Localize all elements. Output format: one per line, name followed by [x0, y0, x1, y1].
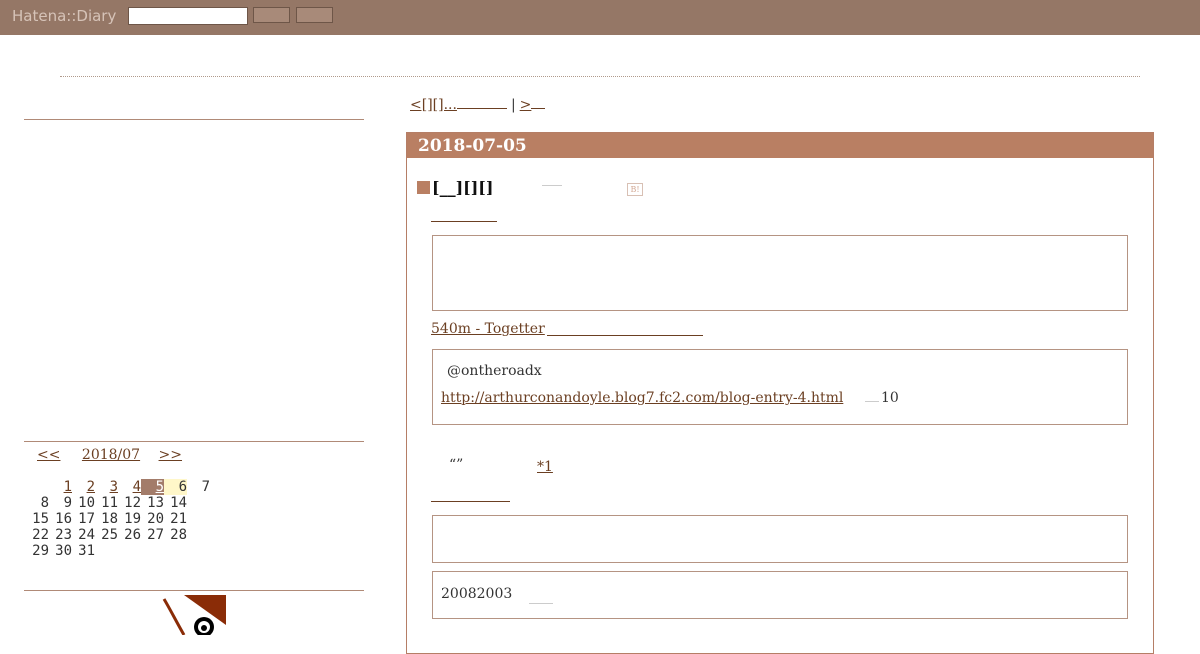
calendar-day: 8 [40, 495, 49, 511]
quote-marks: “” [449, 457, 464, 473]
calendar-day: 22 [32, 527, 49, 543]
calendar-day: 23 [55, 527, 72, 543]
calendar-day: 12 [124, 495, 141, 511]
calendar-next-link[interactable]: >> [159, 447, 182, 463]
quote-count-marker [865, 401, 879, 402]
prev-link-underline [456, 108, 507, 109]
text-box: 20082003 [432, 571, 1128, 619]
embed-box [432, 515, 1128, 563]
calendar-day: 27 [147, 527, 164, 543]
next-link-underline [531, 108, 546, 109]
embed-box [432, 235, 1128, 311]
calendar-prev-link[interactable]: << [37, 447, 60, 463]
calendar-day: 7 [201, 479, 210, 495]
togetter-link[interactable]: 540m - Togetter [431, 321, 545, 337]
calendar-day: 10 [78, 495, 95, 511]
calendar-day: 26 [124, 527, 141, 543]
calendar-day[interactable]: 3 [95, 479, 118, 495]
calendar-day: 16 [55, 511, 72, 527]
calendar-day: 29 [32, 543, 49, 559]
calendar-day: 13 [147, 495, 164, 511]
calendar-day[interactable]: 1 [49, 479, 72, 495]
calendar-day [26, 479, 49, 495]
calendar-day: 31 [78, 543, 95, 559]
footnote-link[interactable]: *1 [537, 459, 553, 475]
togetter-link-underline[interactable] [547, 335, 703, 336]
calendar-day: 11 [101, 495, 118, 511]
profile-image[interactable] [162, 595, 226, 635]
calendar-day-selected[interactable]: 5 [141, 479, 164, 495]
body-text: 20082003 [441, 586, 513, 602]
header-divider [60, 76, 1140, 77]
link-underline[interactable] [431, 501, 510, 502]
calendar-day: 14 [170, 495, 187, 511]
calendar-day: 18 [101, 511, 118, 527]
diary-pager: <[][]... | > [410, 97, 546, 113]
pager-separator: | [510, 97, 516, 113]
calendar-day: 9 [63, 495, 72, 511]
diary-day-entry: 2018-07-05 [__][][] B! 540m - Togetter @… [406, 132, 1154, 654]
next-entries-link[interactable]: > [520, 97, 532, 113]
calendar-day[interactable]: 2 [72, 479, 95, 495]
sidebar-divider [24, 441, 364, 442]
section-category[interactable] [542, 185, 562, 186]
calendar-day: 25 [101, 527, 118, 543]
calendar-day: 28 [170, 527, 187, 543]
quote-count: 10 [865, 390, 899, 406]
quote-count-value: 10 [881, 390, 899, 406]
profile-illustration-icon [162, 595, 226, 635]
quote-source-link[interactable]: http://arthurconandoyle.blog7.fc2.com/bl… [441, 390, 843, 406]
hatena-diary-logo[interactable]: Hatena::Diary [12, 7, 116, 25]
sidebar-divider [24, 590, 364, 591]
calendar-day: 30 [55, 543, 72, 559]
calendar: 1 2 3 4 5 6 7 8 9 10 11 12 13 14 15 16 1… [26, 479, 210, 559]
search-input[interactable] [128, 7, 248, 25]
bookmark-icon[interactable]: B! [627, 183, 643, 196]
calendar-day: 24 [78, 527, 95, 543]
calendar-day-today: 6 [164, 479, 187, 495]
section-title-text[interactable]: [__][][] [432, 178, 493, 197]
calendar-day: 21 [170, 511, 187, 527]
sidebar-divider [24, 119, 364, 120]
calendar-day: 15 [32, 511, 49, 527]
search-button[interactable] [253, 7, 290, 23]
section-title: [__][][] [417, 178, 493, 197]
secondary-button[interactable] [296, 7, 333, 23]
calendar-month-link[interactable]: 2018/07 [82, 447, 140, 463]
inline-link-marker[interactable] [529, 603, 553, 604]
quote-box: @ontheroadx http://arthurconandoyle.blog… [432, 349, 1128, 425]
quote-user: @ontheroadx [447, 363, 542, 379]
day-date-header[interactable]: 2018-07-05 [407, 133, 1153, 158]
top-bar: Hatena::Diary [0, 0, 1200, 35]
prev-entries-link[interactable]: <[][]... [410, 97, 457, 113]
calendar-day[interactable]: 4 [118, 479, 141, 495]
calendar-nav: << 2018/07 >> [37, 447, 196, 463]
calendar-day: 17 [78, 511, 95, 527]
section-marker-icon [417, 181, 430, 194]
calendar-day: 19 [124, 511, 141, 527]
calendar-day: 20 [147, 511, 164, 527]
link-underline[interactable] [431, 221, 497, 222]
